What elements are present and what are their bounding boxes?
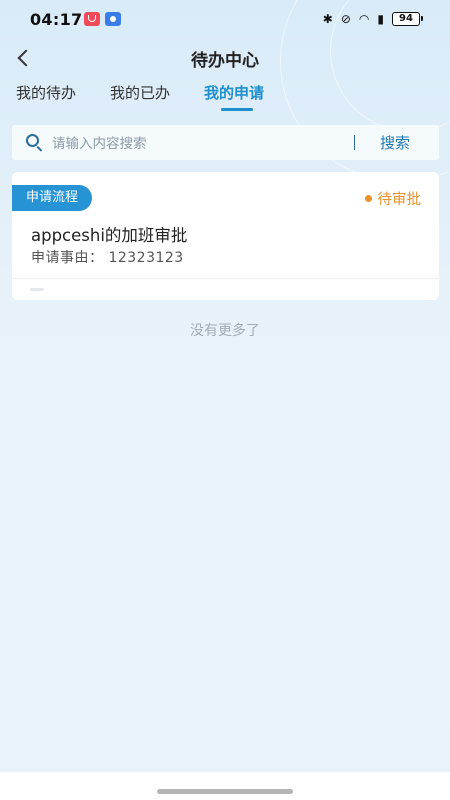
status-bar: 04:17 ✱ ⊘ ◠ ▮ 94 xyxy=(0,0,450,38)
header: 待办中心 xyxy=(0,38,450,78)
process-tag: 申请流程 xyxy=(12,185,93,211)
system-icons: ✱ ⊘ ◠ ▮ 94 xyxy=(322,10,423,28)
card-footer-mark xyxy=(30,288,44,291)
search-icon xyxy=(26,134,39,147)
bottom-bar xyxy=(0,772,450,800)
status-badge: 待审批 xyxy=(364,188,422,209)
mute-icon: ⊘ xyxy=(340,12,351,26)
wifi-icon: ◠ xyxy=(358,12,370,26)
search-divider xyxy=(354,135,355,150)
alert-icon: ▮ xyxy=(377,12,384,26)
blue-app-icon xyxy=(105,12,121,26)
active-tab-indicator xyxy=(221,108,253,111)
application-card[interactable]: 申请流程 待审批 appceshi的加班审批 申请事由： 12323123 xyxy=(12,172,439,300)
status-dot-icon xyxy=(364,195,372,202)
page-title: 待办中心 xyxy=(191,51,259,71)
tab-bar: 我的待办 我的已办 我的申请 xyxy=(0,78,450,114)
tab-my-done[interactable]: 我的已办 xyxy=(110,82,170,103)
tab-my-applications[interactable]: 我的申请 xyxy=(204,82,264,103)
battery-icon: 94 xyxy=(392,12,423,26)
red-app-icon xyxy=(84,12,100,26)
card-reason: 申请事由： 12323123 xyxy=(31,250,184,266)
home-indicator[interactable] xyxy=(157,789,293,794)
status-time: 04:17 xyxy=(30,10,83,29)
bluetooth-icon: ✱ xyxy=(322,12,333,26)
card-title: appceshi的加班审批 xyxy=(31,226,188,245)
search-bar: 搜索 xyxy=(12,125,439,160)
tab-my-todo[interactable]: 我的待办 xyxy=(16,82,76,103)
status-text: 待审批 xyxy=(377,192,422,208)
list-end-text: 没有更多了 xyxy=(190,323,260,339)
search-input[interactable] xyxy=(50,129,354,158)
search-button[interactable]: 搜索 xyxy=(380,132,410,153)
card-divider xyxy=(12,278,439,279)
